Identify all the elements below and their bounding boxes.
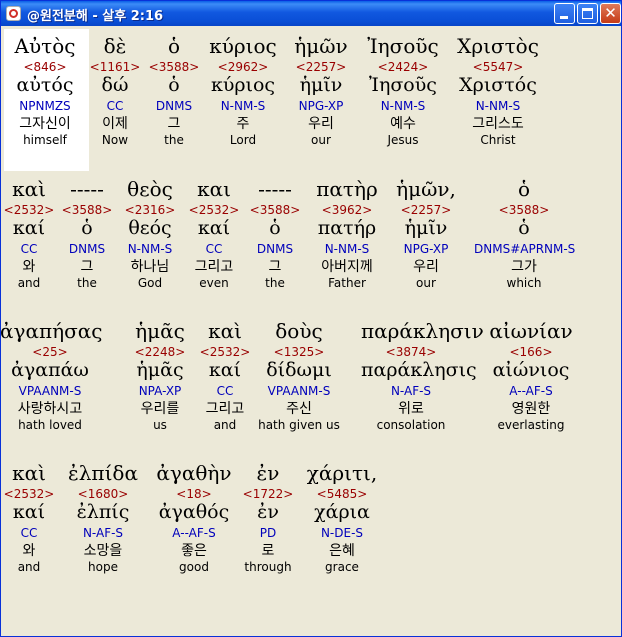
window-title: @원전분해 - 살후 2:16	[27, 9, 164, 24]
parsing-code: N-DE-S	[320, 526, 364, 540]
greek-word: αἰωνίαν	[489, 319, 573, 343]
korean-gloss: 주신	[286, 401, 312, 417]
word-block[interactable]: ὁ <3588> ὁ DNMS#APRNM-S 그가 which	[474, 177, 576, 291]
lemma: Ἰησοῦς	[369, 74, 437, 96]
strong-number: <5485>	[316, 487, 368, 501]
parsing-code: N-NM-S	[475, 99, 521, 113]
strong-number: <2424>	[377, 60, 429, 74]
strong-number: <1680>	[77, 487, 129, 501]
korean-gloss: 영원한	[511, 401, 551, 417]
maximize-icon	[582, 8, 593, 19]
greek-word: χάριτι,	[306, 461, 378, 485]
korean-gloss: 소망을	[83, 543, 123, 559]
minimize-button[interactable]	[554, 3, 575, 24]
close-button[interactable]: ✕	[600, 3, 621, 24]
strong-number: <3874>	[385, 345, 437, 359]
lemma: ὁ	[518, 217, 530, 239]
korean-gloss: 그리스도	[472, 116, 524, 132]
english-gloss: hath loved	[18, 418, 82, 432]
word-block[interactable]: ἀγαπήσας <25> ἀγαπάω VPAANM-S 사랑하시고 hath…	[0, 319, 103, 433]
korean-gloss: 우리	[413, 259, 439, 275]
word-block[interactable]: ἐλπίδα <1680> ἐλπίς N-AF-S 소망을 hope	[53, 461, 153, 575]
strong-number: <1325>	[273, 345, 325, 359]
greek-word: ὁ	[517, 177, 531, 201]
greek-word: παράκλησιν	[361, 319, 484, 343]
word-block[interactable]: παράκλησιν <3874> παράκλησις N-AF-S 위로 c…	[361, 319, 484, 433]
greek-word: Χριστὸς	[457, 34, 539, 58]
app-window: @원전분해 - 살후 2:16 ✕ Αὐτὸς <846> αὐτός NPNM…	[0, 0, 622, 637]
word-block[interactable]: ἡμῶν, <2257> ἡμῖν NPG-XP 우리 our	[376, 177, 476, 291]
word-block[interactable]: χάριτι, <5485> χάρια N-DE-S 은혜 grace	[292, 461, 392, 575]
lemma: ἐλπίς	[76, 501, 130, 523]
english-gloss: everlasting	[497, 418, 565, 432]
lemma: αἰώνιος	[492, 359, 570, 381]
korean-gloss: 그가	[511, 259, 537, 275]
strong-number: <166>	[509, 345, 553, 359]
word-block[interactable]: Ἰησοῦς <2424> Ἰησοῦς N-NM-S 예수 Jesus	[353, 34, 453, 148]
lemma: χάρια	[314, 501, 370, 523]
parsing-code: A--AF-S	[509, 384, 553, 398]
lemma: ἡμῖν	[404, 217, 448, 239]
greek-word: ἐλπίδα	[68, 461, 138, 485]
english-gloss: which	[506, 276, 542, 290]
interlinear-panel: Αὐτὸς <846> αὐτός NPNMZS 그자신이 himself δὲ…	[0, 29, 618, 633]
greek-word: ἡμῶν,	[396, 177, 456, 201]
korean-gloss: 예수	[390, 116, 416, 132]
parsing-code: N-NM-S	[380, 99, 426, 113]
english-gloss: Christ	[480, 133, 516, 147]
english-gloss: hope	[88, 560, 118, 574]
app-icon[interactable]	[6, 6, 21, 21]
word-block[interactable]: αἰωνίαν <166> αἰώνιος A--AF-S 영원한 everla…	[481, 319, 581, 433]
english-gloss: consolation	[376, 418, 446, 432]
korean-gloss: 위로	[398, 401, 424, 417]
greek-word: δοὺς	[275, 319, 323, 343]
word-block[interactable]: δοὺς <1325> δίδωμι VPAANM-S 주신 hath give…	[249, 319, 349, 433]
word-block[interactable]: Χριστὸς <5547> Χριστός N-NM-S 그리스도 Chris…	[448, 34, 548, 148]
parsing-code: NPG-XP	[403, 242, 449, 256]
strong-number: <2257>	[400, 203, 452, 217]
parsing-code: VPAANM-S	[18, 384, 82, 398]
english-gloss: Jesus	[387, 133, 419, 147]
greek-word: Ἰησοῦς	[367, 34, 439, 58]
parsing-code: DNMS#APRNM-S	[474, 242, 576, 256]
lemma: Χριστός	[459, 74, 537, 96]
strong-number: <25>	[32, 345, 68, 359]
english-gloss: hath given us	[258, 418, 340, 432]
strong-number: <3588>	[498, 203, 550, 217]
close-icon: ✕	[604, 4, 617, 22]
minimize-icon	[560, 16, 568, 19]
parsing-code: N-AF-S	[82, 526, 124, 540]
lemma: δίδωμι	[266, 359, 332, 381]
parsing-code: N-AF-S	[390, 384, 432, 398]
maximize-button[interactable]	[577, 3, 598, 24]
english-gloss: grace	[325, 560, 359, 574]
lemma: ἀγαπάω	[11, 359, 89, 381]
lemma: παράκλησις	[361, 359, 477, 381]
korean-gloss: 사랑하시고	[17, 401, 83, 417]
english-gloss: our	[416, 276, 436, 290]
greek-word: ἀγαπήσας	[0, 319, 103, 343]
title-bar[interactable]: @원전분해 - 살후 2:16 ✕	[1, 1, 621, 26]
strong-number: <5547>	[472, 60, 524, 74]
parsing-code: VPAANM-S	[267, 384, 331, 398]
korean-gloss: 은혜	[329, 543, 355, 559]
